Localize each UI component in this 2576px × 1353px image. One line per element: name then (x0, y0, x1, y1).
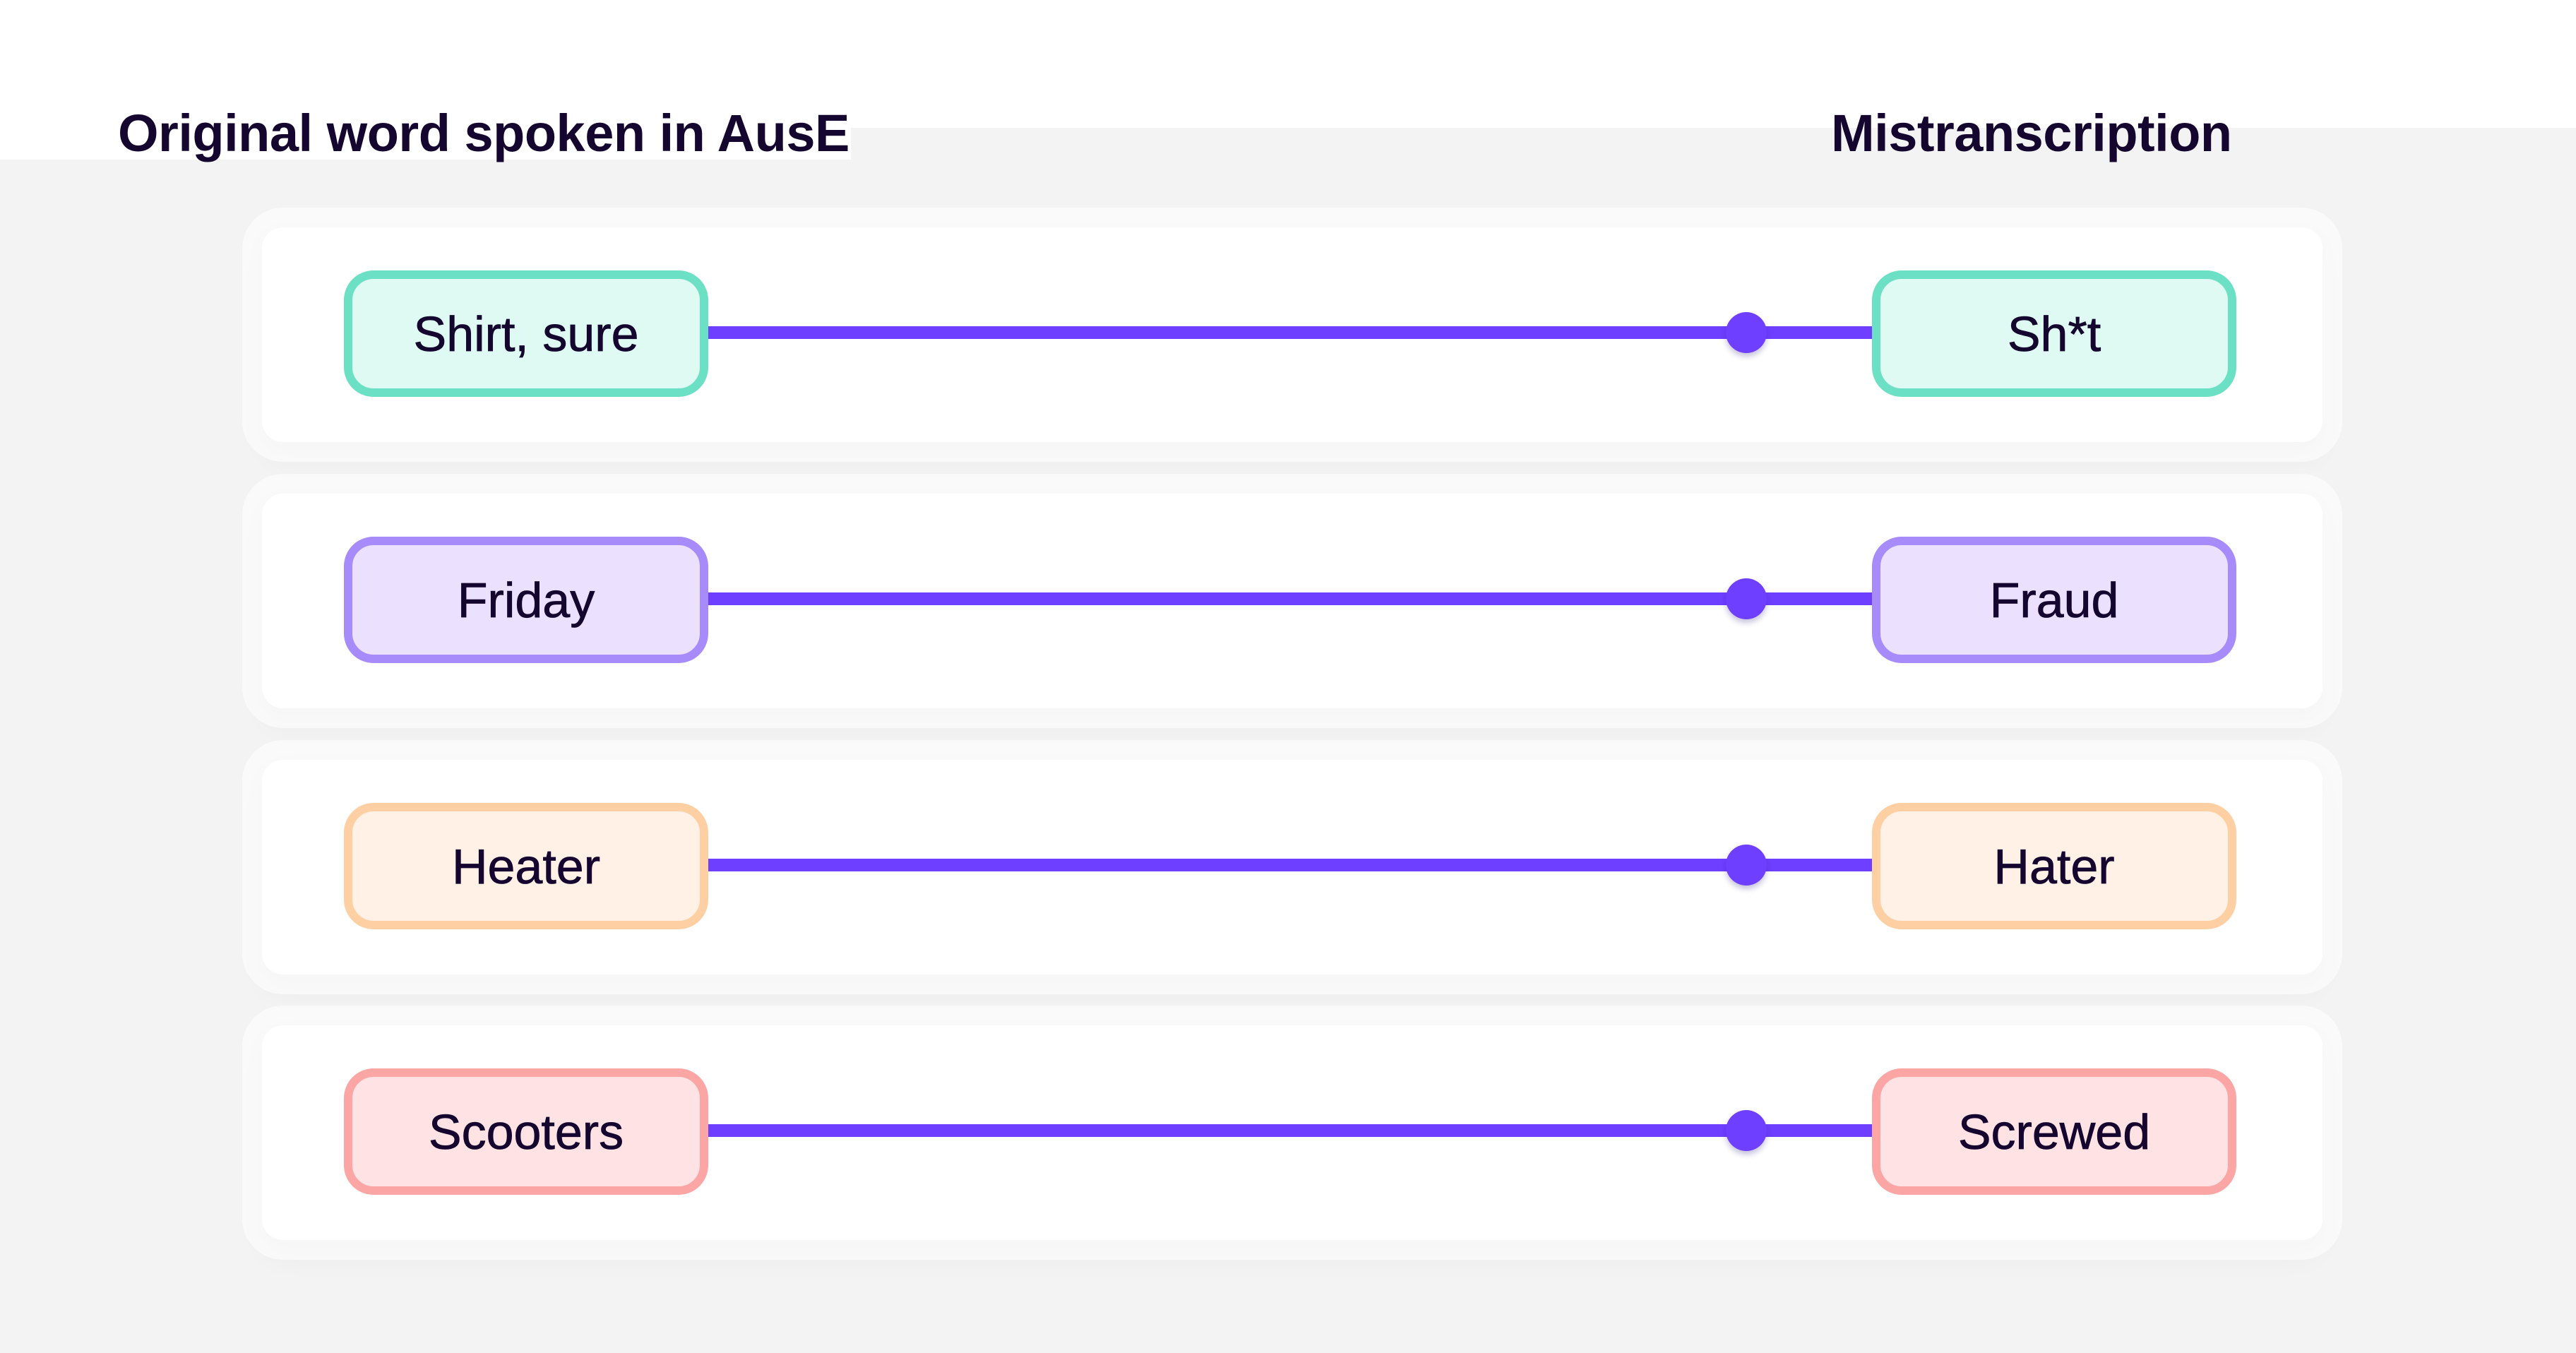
connector-line (708, 859, 1872, 871)
mistranscription-box: Screwed (1872, 1068, 2236, 1195)
mistranscription-box: Hater (1872, 803, 2236, 929)
connector-dot-icon (1726, 578, 1767, 619)
connector-dot-icon (1726, 1110, 1767, 1151)
mistranscription-box: Fraud (1872, 537, 2236, 663)
connector-line (708, 592, 1872, 605)
original-word-box: Scooters (344, 1068, 708, 1195)
original-word-box: Heater (344, 803, 708, 929)
comparison-rows: Shirt, sure Sh*t Friday Fraud Heater Hat… (0, 0, 2576, 1353)
original-word-box: Shirt, sure (344, 270, 708, 397)
connector-dot-icon (1726, 312, 1767, 353)
comparison-row: Shirt, sure Sh*t (262, 227, 2322, 442)
connector-line (708, 1124, 1872, 1137)
mistranscription-box: Sh*t (1872, 270, 2236, 397)
comparison-row: Scooters Screwed (262, 1025, 2322, 1240)
connector-dot-icon (1726, 845, 1767, 886)
original-word-box: Friday (344, 537, 708, 663)
comparison-row: Heater Hater (262, 760, 2322, 974)
connector-line (708, 326, 1872, 339)
comparison-row: Friday Fraud (262, 494, 2322, 708)
